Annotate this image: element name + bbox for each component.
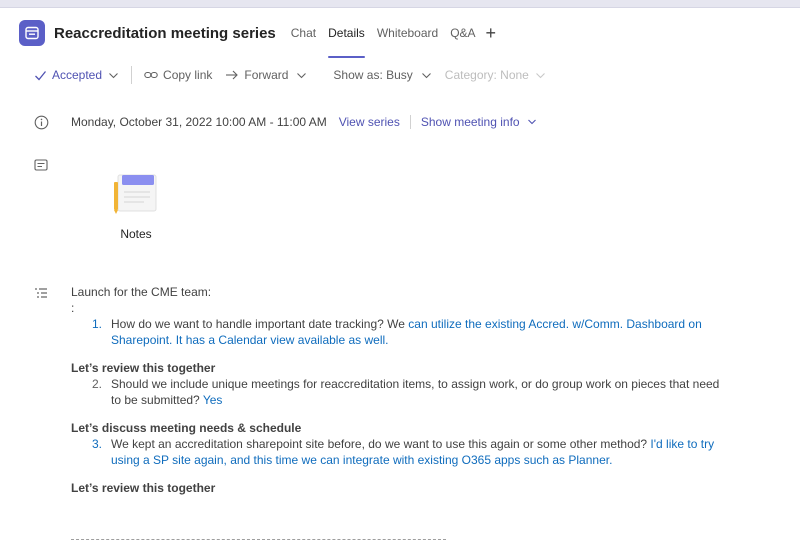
forward-label: Forward bbox=[244, 68, 289, 82]
list-item: 3. We kept an accreditation sharepoint s… bbox=[92, 436, 731, 468]
arrow-right-icon bbox=[225, 69, 239, 81]
list-icon bbox=[34, 286, 50, 302]
info-divider bbox=[409, 115, 411, 129]
list-number: 2. bbox=[92, 377, 103, 391]
meeting-title: Reaccreditation meeting series bbox=[54, 24, 276, 42]
list-item-text: Should we include unique meetings for re… bbox=[104, 376, 731, 408]
divider-line bbox=[71, 539, 446, 540]
info-icon bbox=[34, 115, 49, 130]
tab-details[interactable]: Details bbox=[322, 8, 371, 58]
question-text: How do we want to handle important date … bbox=[111, 317, 399, 331]
list-number: 3. bbox=[92, 437, 103, 451]
forward-dropdown[interactable]: Forward bbox=[225, 68, 307, 82]
tab-bar: Chat Details Whiteboard Q&A + bbox=[285, 8, 496, 58]
chevron-down-icon bbox=[535, 70, 546, 81]
show-meeting-info-label: Show meeting info bbox=[420, 115, 520, 129]
description-colon: : bbox=[71, 301, 75, 315]
copy-link-button[interactable]: Copy link bbox=[144, 68, 212, 82]
description-intro: Launch for the CME team: bbox=[71, 285, 212, 299]
top-strip bbox=[0, 0, 800, 8]
section-heading: Let’s discuss meeting needs & schedule bbox=[71, 421, 302, 435]
question-text-tail: e bbox=[398, 317, 405, 331]
calendar-icon bbox=[19, 20, 45, 46]
meeting-header: Reaccreditation meeting series Chat Deta… bbox=[0, 8, 800, 58]
view-series-link[interactable]: View series bbox=[339, 115, 400, 129]
show-meeting-info-dropdown[interactable]: Show meeting info bbox=[421, 115, 537, 129]
notes-icon bbox=[114, 174, 157, 214]
list-item-text: We kept an accreditation sharepoint site… bbox=[104, 436, 731, 468]
tab-qna[interactable]: Q&A bbox=[444, 8, 481, 58]
meeting-info-row: Monday, October 31, 2022 10:00 AM - 11:0… bbox=[34, 113, 537, 131]
show-as-label: Show as: Busy bbox=[333, 68, 413, 82]
section-heading: Let’s review this together bbox=[71, 361, 216, 375]
link-icon bbox=[144, 69, 158, 81]
chevron-down-icon bbox=[421, 70, 432, 81]
checkmark-icon bbox=[34, 69, 47, 82]
list-number: 1. bbox=[92, 317, 103, 331]
list-item: 1. How do we want to handle important da… bbox=[92, 316, 731, 348]
accepted-dropdown[interactable]: Accepted bbox=[34, 68, 119, 82]
chevron-down-icon bbox=[108, 70, 119, 81]
list-item: 2. Should we include unique meetings for… bbox=[92, 376, 731, 408]
toolbar-divider bbox=[131, 66, 133, 84]
answer-text: Yes bbox=[199, 393, 223, 407]
meeting-datetime: Monday, October 31, 2022 10:00 AM - 11:0… bbox=[71, 115, 327, 129]
meeting-description: Launch for the CME team: : 1. How do we … bbox=[71, 284, 731, 496]
list-item-text: How do we want to handle important date … bbox=[104, 316, 731, 348]
tab-whiteboard[interactable]: Whiteboard bbox=[371, 8, 444, 58]
copy-link-label: Copy link bbox=[163, 68, 213, 82]
tab-chat[interactable]: Chat bbox=[285, 8, 322, 58]
category-dropdown[interactable]: Category: None bbox=[445, 68, 546, 82]
notes-section-icon bbox=[34, 158, 50, 174]
meeting-toolbar: Accepted Copy link Forward Show as: Busy… bbox=[34, 64, 546, 86]
section-heading: Let’s review this together bbox=[71, 481, 216, 495]
add-tab-button[interactable]: + bbox=[486, 24, 497, 42]
question-text: We kept an accreditation sharepoint site… bbox=[111, 437, 648, 451]
category-label: Category: None bbox=[444, 68, 529, 82]
chevron-down-icon bbox=[527, 117, 537, 127]
show-as-dropdown[interactable]: Show as: Busy bbox=[333, 68, 431, 82]
notes-label: Notes bbox=[120, 227, 152, 241]
chevron-down-icon bbox=[296, 70, 307, 81]
accepted-label: Accepted bbox=[52, 68, 103, 82]
